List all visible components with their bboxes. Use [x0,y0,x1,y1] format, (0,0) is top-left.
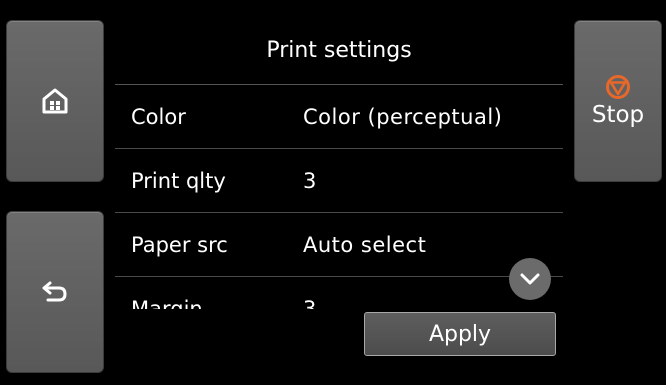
setting-label: Paper src [131,232,228,257]
setting-label: Print qlty [131,168,226,193]
back-arrow-icon [42,281,67,302]
setting-value: 3 [303,168,317,193]
setting-value: Color (perceptual) [303,104,503,129]
settings-list[interactable]: Color Color (perceptual) Print qlty 3 Pa… [115,85,563,309]
back-button[interactable] [6,211,104,373]
setting-row-color[interactable]: Color Color (perceptual) [115,85,563,149]
stop-icon [606,75,630,99]
setting-value: Auto select [303,232,427,257]
chevron-down-icon [520,273,540,285]
printer-panel-screen: Stop Print settings Color Color (percept… [0,0,666,385]
home-button[interactable] [6,20,104,182]
setting-row-print-quality[interactable]: Print qlty 3 [115,149,563,213]
apply-button[interactable]: Apply [364,312,556,356]
setting-value: 3 [303,296,317,310]
stop-label: Stop [591,102,645,128]
setting-row-paper-source[interactable]: Paper src Auto select [115,213,563,277]
home-icon [42,88,68,114]
setting-label: Margin [131,296,203,310]
stop-button[interactable]: Stop [574,20,662,182]
setting-label: Color [131,104,186,129]
setting-row-margin[interactable]: Margin 3 [115,277,563,310]
scroll-down-button[interactable] [509,258,551,300]
page-title: Print settings [266,38,412,63]
